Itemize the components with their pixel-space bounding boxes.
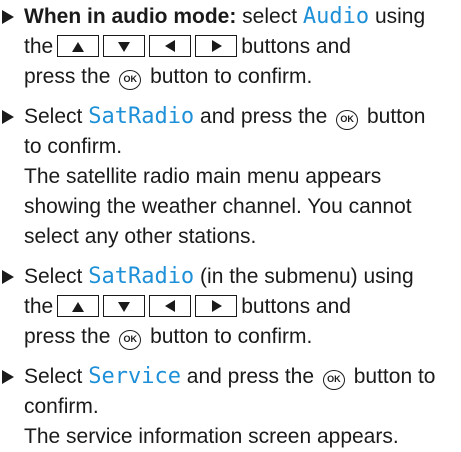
step-3-line-1: Select SatRadio (in the submenu) using <box>24 264 414 289</box>
ok-button-icon: OK <box>322 370 345 390</box>
step-2-result-line-3: select any other stations. <box>24 225 257 248</box>
step-1-line-2: the buttons and <box>24 35 351 58</box>
step-2-result-line-1: The satellite radio main menu appears <box>24 165 382 188</box>
nav-button-group <box>57 35 238 57</box>
step-4: Select Service and press the OK button t… <box>0 362 461 452</box>
arrow-up-button-icon <box>57 295 100 317</box>
step-1-line-3: press the OK button to confirm. <box>24 65 313 90</box>
step-3-line-3: press the OK button to confirm. <box>24 325 313 350</box>
arrow-left-button-icon <box>149 35 192 57</box>
step-3: Select SatRadio (in the submenu) using t… <box>0 262 461 352</box>
ok-button-icon: OK <box>336 110 359 130</box>
step-4-line-2: confirm. <box>24 395 99 418</box>
bullet-arrow-icon <box>2 270 14 284</box>
document-page: When in audio mode: select Audio using t… <box>0 2 461 448</box>
bullet-arrow-icon <box>2 110 14 124</box>
display-term-audio: Audio <box>302 4 370 29</box>
display-term-satradio: SatRadio <box>88 264 195 289</box>
arrow-down-button-icon <box>103 35 146 57</box>
arrow-down-button-icon <box>103 295 146 317</box>
mode-condition: When in audio mode: <box>24 5 237 28</box>
step-4-line-1: Select Service and press the OK button t… <box>24 364 436 390</box>
step-2: Select SatRadio and press the OK button … <box>0 102 461 252</box>
arrow-right-button-icon <box>195 35 238 57</box>
display-term-service: Service <box>88 364 181 389</box>
step-2-line-2: to confirm. <box>24 135 123 158</box>
step-3-line-2: the buttons and <box>24 295 351 318</box>
nav-button-group <box>57 295 238 317</box>
ok-button-icon: OK <box>119 70 142 90</box>
step-1-line-1: When in audio mode: select Audio using <box>24 4 426 29</box>
display-term-satradio: SatRadio <box>88 104 195 129</box>
arrow-right-button-icon <box>195 295 238 317</box>
ok-button-icon: OK <box>119 330 142 350</box>
step-1: When in audio mode: select Audio using t… <box>0 2 461 92</box>
step-4-result-line-1: The service information screen appears. <box>24 425 399 448</box>
step-2-line-1: Select SatRadio and press the OK button <box>24 104 426 130</box>
arrow-up-button-icon <box>57 35 100 57</box>
step-2-result-line-2: showing the weather channel. You cannot <box>24 195 412 218</box>
arrow-left-button-icon <box>149 295 192 317</box>
bullet-arrow-icon <box>2 370 14 384</box>
bullet-arrow-icon <box>2 10 14 24</box>
